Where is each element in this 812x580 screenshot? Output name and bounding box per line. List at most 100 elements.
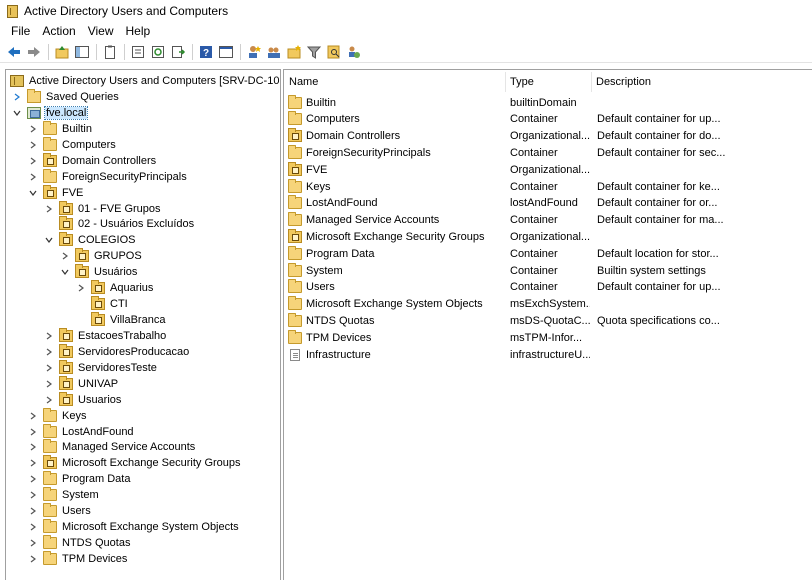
tree-item-servidores-teste[interactable]: ServidoresTeste: [44, 359, 158, 376]
menu-action[interactable]: Action: [36, 24, 81, 38]
chevron-right-icon[interactable]: [28, 124, 38, 134]
tree-item-fve-grupos[interactable]: 01 - FVE Grupos: [44, 200, 162, 217]
tree-root[interactable]: Active Directory Users and Computers [SR…: [10, 73, 280, 89]
chevron-right-icon[interactable]: [28, 156, 38, 166]
tree-item-cti[interactable]: CTI: [76, 296, 129, 312]
tree-item-usuarios-colegios[interactable]: Usuários: [60, 264, 138, 280]
tree-item-aquarius[interactable]: Aquarius: [76, 280, 154, 296]
details-pane[interactable]: Name Type Description Builtin builtinDoma…: [283, 69, 812, 580]
up-folder-icon[interactable]: [54, 44, 70, 60]
chevron-right-icon[interactable]: [28, 490, 38, 500]
list-row[interactable]: Computers Container Default container for …: [284, 111, 812, 128]
new-user-icon[interactable]: [246, 44, 262, 60]
chevron-right-icon[interactable]: [28, 506, 38, 516]
console-view-icon[interactable]: [218, 44, 234, 60]
chevron-right-icon[interactable]: [28, 172, 38, 182]
chevron-right-icon[interactable]: [44, 379, 54, 389]
list-row[interactable]: TPM Devices msTPM-Infor...: [284, 329, 812, 346]
chevron-right-icon[interactable]: [76, 283, 86, 293]
tree-item-saved-queries[interactable]: Saved Queries: [12, 89, 120, 105]
console-tree[interactable]: Active Directory Users and Computers [SR…: [5, 69, 281, 580]
tree-item-foreign-security-principals[interactable]: ForeignSecurityPrincipals: [28, 168, 188, 185]
list-row[interactable]: System Container Builtin system settings: [284, 262, 812, 279]
tree-item-program-data[interactable]: Program Data: [28, 471, 131, 487]
clipboard-icon[interactable]: [102, 44, 118, 60]
chevron-right-icon[interactable]: [44, 347, 54, 357]
new-group-icon[interactable]: [266, 44, 282, 60]
list-row[interactable]: LostAndFound lostAndFound Default containe…: [284, 195, 812, 212]
list-row[interactable]: Infrastructure infrastructureU...: [284, 346, 812, 363]
list-row[interactable]: NTDS Quotas msDS-QuotaC... Quota specifica…: [284, 312, 812, 329]
tree-item-managed-service-accounts[interactable]: Managed Service Accounts: [28, 439, 196, 455]
chevron-right-icon[interactable]: [60, 251, 70, 261]
back-arrow-icon[interactable]: [6, 44, 22, 60]
tree-item-users[interactable]: Users: [28, 503, 92, 519]
chevron-right-icon[interactable]: [12, 92, 22, 102]
menu-view[interactable]: View: [82, 24, 120, 38]
tree-item-computers[interactable]: Computers: [28, 136, 117, 153]
tree-item-lost-and-found[interactable]: LostAndFound: [28, 423, 135, 440]
tree-item-tpm-devices[interactable]: TPM Devices: [28, 550, 128, 567]
export-list-icon[interactable]: [170, 44, 186, 60]
list-row[interactable]: Builtin builtinDomain: [284, 94, 812, 111]
chevron-down-icon[interactable]: [60, 267, 70, 277]
add-to-group-icon[interactable]: [346, 44, 362, 60]
tree-item-ms-exchange-system-objects[interactable]: Microsoft Exchange System Objects: [28, 519, 240, 535]
tree-item-system[interactable]: System: [28, 487, 100, 503]
tree-item-estacoes-trabalho[interactable]: EstacoesTrabalho: [44, 327, 167, 344]
chevron-right-icon[interactable]: [44, 331, 54, 341]
list-row[interactable]: FVE Organizational...: [284, 161, 812, 178]
folder-icon: [43, 471, 57, 486]
chevron-right-icon[interactable]: [28, 554, 38, 564]
tree-item-builtin[interactable]: Builtin: [28, 120, 93, 137]
chevron-right-icon[interactable]: [28, 411, 38, 421]
tree-item-univap[interactable]: UNIVAP: [44, 375, 119, 392]
list-row[interactable]: Users Container Default container for up..…: [284, 279, 812, 296]
tree-item-domain-controllers[interactable]: Domain Controllers: [28, 152, 157, 169]
chevron-right-icon[interactable]: [28, 427, 38, 437]
tree-item-ntds-quotas[interactable]: NTDS Quotas: [28, 535, 131, 551]
chevron-right-icon[interactable]: [28, 458, 38, 468]
list-row[interactable]: Program Data Container Default location fo…: [284, 245, 812, 262]
tree-item-usuarios-excluidos[interactable]: 02 - Usuários Excluídos: [44, 216, 195, 232]
chevron-down-icon[interactable]: [44, 235, 54, 245]
tree-item-usuarios[interactable]: Usuarios: [44, 391, 122, 408]
menu-help[interactable]: Help: [120, 24, 157, 38]
forward-arrow-icon[interactable]: [26, 44, 42, 60]
show-hide-tree-icon[interactable]: [74, 44, 90, 60]
tree-item-servidores-producacao[interactable]: ServidoresProducacao: [44, 343, 190, 360]
tree-item-domain-fve-local[interactable]: fve.local: [12, 105, 89, 121]
column-header-type[interactable]: Type: [505, 70, 591, 94]
chevron-right-icon[interactable]: [28, 140, 38, 150]
column-header-name[interactable]: Name: [284, 70, 505, 94]
filter-icon[interactable]: [306, 44, 322, 60]
properties-icon[interactable]: [130, 44, 146, 60]
chevron-right-icon[interactable]: [28, 538, 38, 548]
chevron-right-icon[interactable]: [28, 442, 38, 452]
chevron-down-icon[interactable]: [12, 108, 22, 118]
tree-item-colegios[interactable]: COLEGIOS: [44, 232, 136, 248]
tree-item-fve[interactable]: FVE: [28, 184, 84, 201]
tree-item-keys[interactable]: Keys: [28, 407, 87, 424]
tree-item-ms-exchange-security-groups[interactable]: Microsoft Exchange Security Groups: [28, 455, 242, 471]
list-row[interactable]: Domain Controllers Organizational... Defau…: [284, 128, 812, 145]
chevron-right-icon[interactable]: [28, 474, 38, 484]
find-icon[interactable]: [326, 44, 342, 60]
chevron-right-icon[interactable]: [28, 522, 38, 532]
refresh-icon[interactable]: [150, 44, 166, 60]
chevron-right-icon[interactable]: [44, 204, 54, 214]
list-row[interactable]: Managed Service Accounts Container Default…: [284, 212, 812, 229]
chevron-right-icon[interactable]: [44, 395, 54, 405]
list-row[interactable]: Keys Container Default container for ke...: [284, 178, 812, 195]
list-row[interactable]: ForeignSecurityPrincipals Container Defaul…: [284, 144, 812, 161]
help-icon[interactable]: ?: [198, 44, 214, 60]
menu-file[interactable]: File: [0, 24, 36, 38]
list-row[interactable]: Microsoft Exchange Security Groups Organi…: [284, 228, 812, 245]
chevron-right-icon[interactable]: [44, 363, 54, 373]
tree-item-grupos[interactable]: GRUPOS: [60, 248, 143, 264]
tree-item-villabranca[interactable]: VillaBranca: [76, 312, 166, 328]
chevron-down-icon[interactable]: [28, 188, 38, 198]
new-ou-icon[interactable]: [286, 44, 302, 60]
list-row[interactable]: Microsoft Exchange System Objects msExchS…: [284, 296, 812, 313]
column-header-description[interactable]: Description: [591, 70, 812, 94]
